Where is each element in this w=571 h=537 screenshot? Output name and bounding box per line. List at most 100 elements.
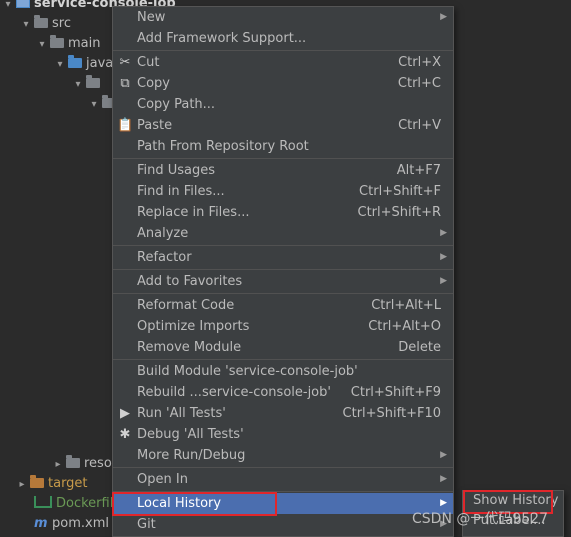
menu-item-add-to-favorites[interactable]: Add to Favorites ▶: [113, 271, 453, 292]
menu-item-label: Replace in Files...: [137, 205, 250, 220]
folder-icon: [66, 455, 80, 468]
menu-item-path-from-root[interactable]: Path From Repository Root: [113, 136, 453, 157]
menu-item-debug-tests[interactable]: ✱ Debug 'All Tests': [113, 424, 453, 445]
menu-item-label: Debug 'All Tests': [137, 427, 244, 442]
tree-item-dockerfile[interactable]: Dockerfile: [32, 494, 121, 514]
folder-icon: [86, 75, 100, 88]
menu-item-replace-in-files[interactable]: Replace in Files... Ctrl+Shift+R: [113, 202, 453, 223]
tree-item-target[interactable]: ▸ target: [16, 474, 88, 494]
menu-item-label: Add Framework Support...: [137, 31, 307, 46]
menu-item-label: Local History: [137, 496, 222, 511]
folder-icon: [30, 475, 44, 488]
submenu-arrow-icon: ▶: [440, 252, 447, 262]
chevron-down-icon[interactable]: ▾: [72, 75, 84, 95]
docker-icon: [34, 496, 52, 508]
menu-separator: [113, 359, 453, 360]
menu-item-build-module[interactable]: Build Module 'service-console-job': [113, 361, 453, 382]
submenu-arrow-icon: ▶: [440, 276, 447, 286]
menu-item-remove-module[interactable]: Remove Module Delete: [113, 337, 453, 358]
chevron-down-icon[interactable]: ▾: [2, 0, 14, 15]
tree-item-package[interactable]: ▾: [72, 74, 104, 94]
tree-item-label: java: [86, 56, 114, 71]
menu-item-shortcut: Ctrl+X: [398, 55, 441, 70]
menu-item-cut[interactable]: ✂ Cut Ctrl+X: [113, 52, 453, 73]
menu-item-label: Open In: [137, 472, 188, 487]
tree-item-resources[interactable]: ▸ reso: [52, 454, 112, 474]
menu-item-shortcut: Ctrl+Alt+L: [371, 298, 441, 313]
run-icon: ▶: [120, 406, 130, 421]
menu-separator: [113, 245, 453, 246]
menu-item-find-in-files[interactable]: Find in Files... Ctrl+Shift+F: [113, 181, 453, 202]
submenu-arrow-icon: ▶: [440, 228, 447, 238]
menu-item-local-history[interactable]: Local History ▶: [113, 493, 453, 514]
menu-item-new[interactable]: New ▶: [113, 7, 453, 28]
module-icon: [16, 0, 30, 8]
chevron-right-icon[interactable]: ▸: [52, 455, 64, 475]
menu-item-optimize-imports[interactable]: Optimize Imports Ctrl+Alt+O: [113, 316, 453, 337]
tree-item-label: main: [68, 36, 101, 51]
menu-item-shortcut: Ctrl+V: [398, 118, 441, 133]
menu-item-label: Build Module 'service-console-job': [137, 364, 358, 379]
submenu-arrow-icon: ▶: [440, 474, 447, 484]
menu-item-git[interactable]: Git ▶: [113, 514, 453, 535]
menu-item-label: Run 'All Tests': [137, 406, 226, 421]
menu-item-shortcut: Ctrl+Alt+O: [368, 319, 441, 334]
menu-item-shortcut: Ctrl+Shift+F10: [342, 406, 441, 421]
menu-item-label: New: [137, 10, 166, 25]
chevron-right-icon[interactable]: ▸: [16, 475, 28, 495]
menu-item-add-framework[interactable]: Add Framework Support...: [113, 28, 453, 49]
menu-item-more-run-debug[interactable]: More Run/Debug ▶: [113, 445, 453, 466]
tree-item-label: src: [52, 16, 71, 31]
menu-item-open-in[interactable]: Open In ▶: [113, 469, 453, 490]
menu-separator: [113, 467, 453, 468]
tree-item-pom[interactable]: m pom.xml: [32, 514, 109, 534]
menu-item-label: Path From Repository Root: [137, 139, 309, 154]
menu-item-reformat-code[interactable]: Reformat Code Ctrl+Alt+L: [113, 295, 453, 316]
chevron-down-icon[interactable]: ▾: [88, 95, 100, 115]
clipboard-icon: 📋: [117, 118, 134, 133]
folder-icon: [34, 15, 48, 28]
menu-item-label: Analyze: [137, 226, 189, 241]
menu-item-label: Add to Favorites: [137, 274, 243, 289]
menu-item-shortcut: Ctrl+Shift+R: [357, 205, 442, 220]
menu-item-copy-path[interactable]: Copy Path...: [113, 94, 453, 115]
context-menu: New ▶ Add Framework Support... ✂ Cut Ctrl+X…: [112, 6, 454, 537]
tree-item-label: pom.xml: [52, 516, 109, 531]
menu-item-label: Copy: [137, 76, 170, 91]
copy-icon: ⧉: [120, 76, 130, 91]
menu-separator: [113, 293, 453, 294]
tree-item-java[interactable]: ▾ java: [54, 54, 113, 74]
menu-item-rebuild[interactable]: Rebuild ...service-console-job' Ctrl+Shif…: [113, 382, 453, 403]
menu-item-find-usages[interactable]: Find Usages Alt+F7: [113, 160, 453, 181]
debug-icon: ✱: [119, 427, 131, 442]
menu-separator: [113, 158, 453, 159]
menu-separator: [113, 491, 453, 492]
menu-item-shortcut: Ctrl+Shift+F: [359, 184, 441, 199]
menu-item-analyze[interactable]: Analyze ▶: [113, 223, 453, 244]
menu-item-shortcut: Ctrl+Shift+F9: [350, 385, 441, 400]
menu-item-label: Optimize Imports: [137, 319, 250, 334]
menu-item-label: Remove Module: [137, 340, 242, 355]
menu-item-label: Paste: [137, 118, 173, 133]
tree-item-label: reso: [84, 456, 112, 471]
chevron-down-icon[interactable]: ▾: [20, 15, 32, 35]
menu-item-copy[interactable]: ⧉ Copy Ctrl+C: [113, 73, 453, 94]
chevron-down-icon[interactable]: ▾: [36, 35, 48, 55]
menu-item-paste[interactable]: 📋 Paste Ctrl+V: [113, 115, 453, 136]
menu-item-label: More Run/Debug: [137, 448, 246, 463]
menu-item-shortcut: Alt+F7: [396, 163, 441, 178]
menu-item-label: Cut: [137, 55, 160, 70]
chevron-down-icon[interactable]: ▾: [54, 55, 66, 75]
tree-item-main[interactable]: ▾ main: [36, 34, 100, 54]
menu-item-refactor[interactable]: Refactor ▶: [113, 247, 453, 268]
menu-item-label: Rebuild ...service-console-job': [137, 385, 331, 400]
tree-item-label: target: [48, 476, 88, 491]
scissors-icon: ✂: [119, 55, 131, 70]
tree-item-src[interactable]: ▾ src: [20, 14, 71, 34]
menu-item-run-tests[interactable]: ▶ Run 'All Tests' Ctrl+Shift+F10: [113, 403, 453, 424]
folder-icon: [68, 55, 82, 68]
menu-separator: [113, 50, 453, 51]
menu-item-shortcut: Ctrl+C: [397, 76, 441, 91]
submenu-arrow-icon: ▶: [440, 450, 447, 460]
menu-item-shortcut: Delete: [398, 340, 441, 355]
